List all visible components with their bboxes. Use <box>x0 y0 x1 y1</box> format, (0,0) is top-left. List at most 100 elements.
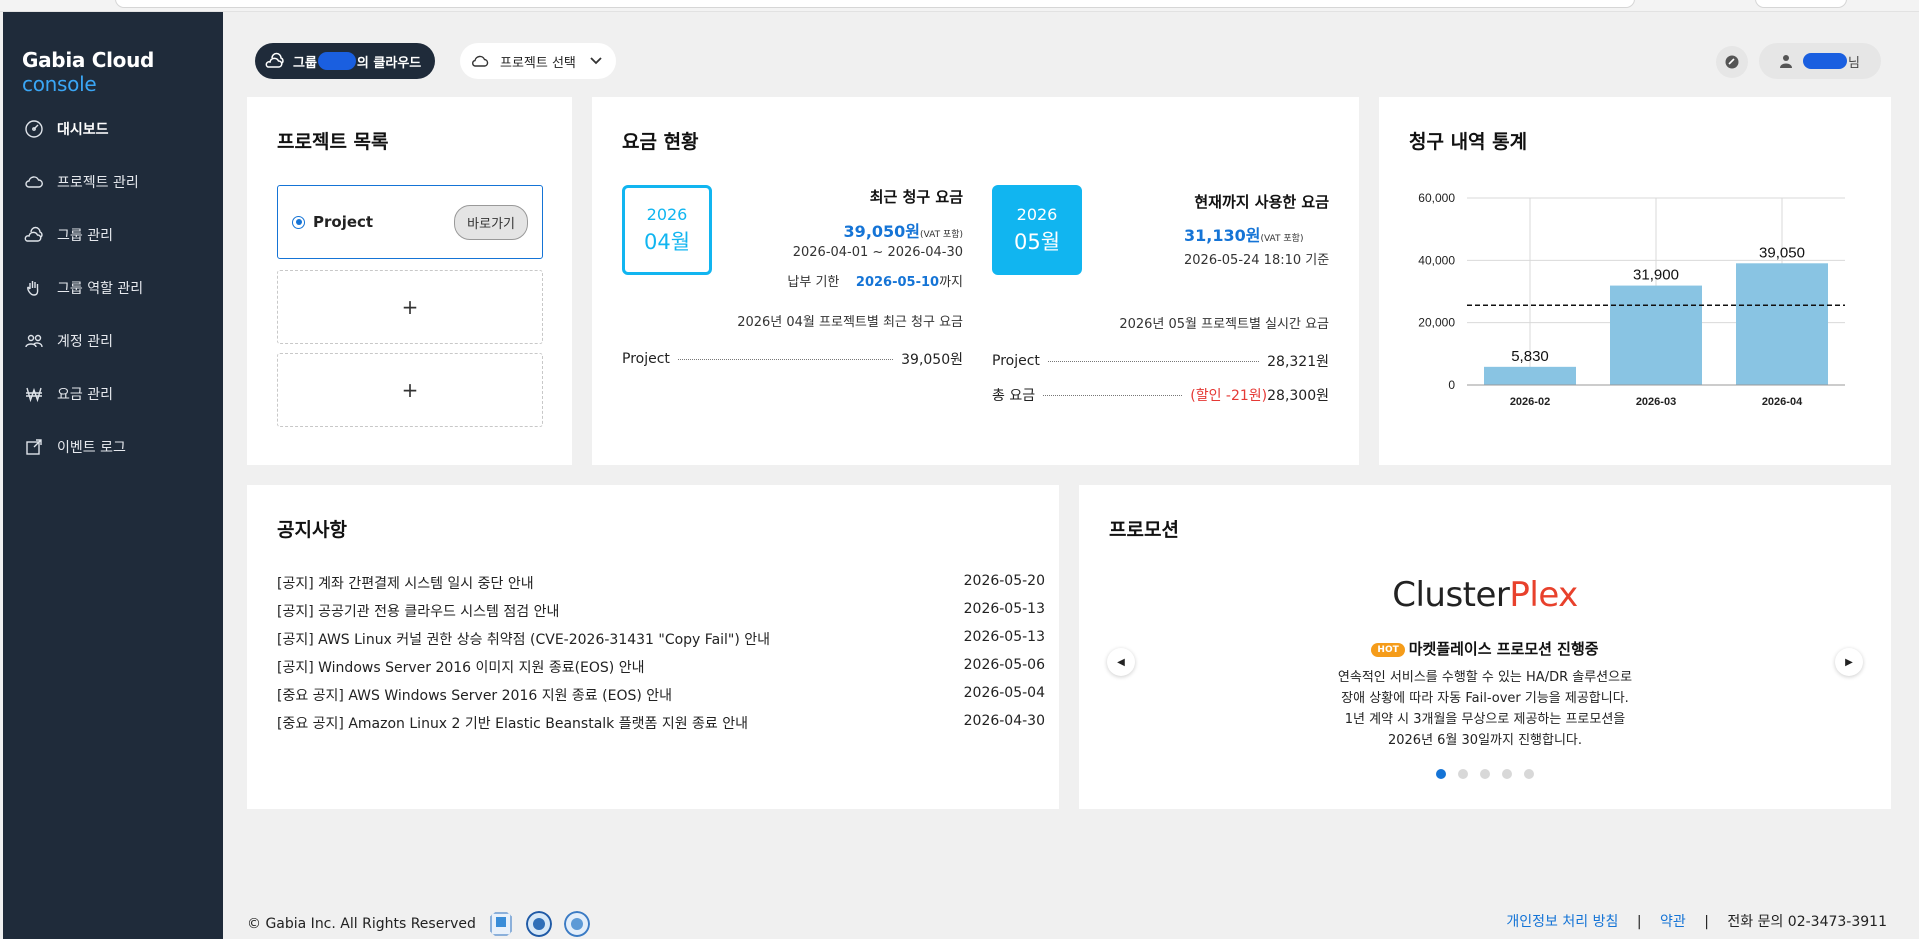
chart-bar <box>1484 366 1576 385</box>
y-tick-label: 20,000 <box>1418 316 1455 330</box>
dashboard-icon <box>23 118 45 140</box>
notices-card: 공지사항 [공지] 계좌 간편결제 시스템 일시 중단 안내 2026-05-20… <box>247 485 1059 809</box>
bar-value-label: 39,050 <box>1759 244 1805 261</box>
x-tick-label: 2026-03 <box>1636 396 1676 408</box>
browser-profile-button[interactable] <box>1755 0 1847 8</box>
cloud-icon <box>23 171 45 193</box>
row-name: Project <box>622 351 670 367</box>
privacy-policy-link[interactable]: 개인정보 처리 방침 <box>1506 914 1618 930</box>
go-to-project-button[interactable]: 바로가기 <box>454 204 528 240</box>
card-title: 요금 현황 <box>622 131 699 153</box>
certification-badge-icon <box>490 912 512 936</box>
chat-button[interactable] <box>1716 46 1748 78</box>
x-tick-label: 2026-02 <box>1510 396 1550 408</box>
row-value: 28,321원 <box>1267 354 1329 370</box>
hand-icon <box>23 277 45 299</box>
sidebar-item-accounts[interactable]: 계정 관리 <box>3 314 223 367</box>
user-menu-button[interactable]: 님 <box>1759 43 1881 79</box>
badge-month: 04월 <box>643 229 691 254</box>
current-project-row: Project 28,321원 <box>992 351 1329 371</box>
promotion-card: 프로모션 ClusterPlex HOT 마켓플레이스 프로모션 진행중 연속적인… <box>1079 485 1891 809</box>
x-tick-label: 2026-04 <box>1762 396 1803 408</box>
hot-badge: HOT <box>1371 642 1405 657</box>
log-icon <box>23 436 45 458</box>
recent-billing-amount: 39,050원 <box>843 222 921 241</box>
badge-month: 05월 <box>1013 229 1061 254</box>
group-suffix: 의 클라우드 <box>356 55 422 71</box>
current-usage-asof: 2026-05-24 18:10 기준 <box>1184 253 1330 268</box>
notice-list: [공지] 계좌 간편결제 시스템 일시 중단 안내 2026-05-20 [공지]… <box>277 573 1045 741</box>
promo-line: 장애 상황에 따라 자동 Fail-over 기능을 제공합니다. <box>1341 691 1629 706</box>
users-icon <box>23 330 45 352</box>
vat-note: (VAT 포함) <box>1260 234 1304 244</box>
next-slide-button[interactable]: ▶ <box>1835 648 1863 676</box>
notice-title[interactable]: [중요 공지] Amazon Linux 2 기반 Elastic Beanst… <box>277 713 748 741</box>
notice-title[interactable]: [공지] 공공기관 전용 클라우드 시스템 점검 안내 <box>277 601 559 629</box>
group-cloud-button[interactable]: 그룹 의 클라우드 <box>255 43 436 79</box>
footer-separator: | <box>1636 914 1642 930</box>
sidebar: Gabia Cloud console 대시보드 프로젝트 관리 그룹 관리 그… <box>3 12 223 939</box>
sidebar-item-group-roles[interactable]: 그룹 역할 관리 <box>3 261 223 314</box>
sidebar-item-billing[interactable]: 요금 관리 <box>3 367 223 420</box>
brand-logo[interactable]: Gabia Cloud console <box>22 48 223 96</box>
group-cloud-icon <box>23 224 45 246</box>
caret-left-icon: ◀ <box>1117 656 1125 668</box>
recent-month-badge: 2026 04월 <box>622 185 712 275</box>
y-tick-label: 0 <box>1448 378 1455 392</box>
notice-title[interactable]: [공지] AWS Linux 커널 권한 상승 취약점 (CVE-2026-31… <box>277 629 770 657</box>
recent-project-row: Project 39,050원 <box>622 349 963 369</box>
sidebar-item-dashboard[interactable]: 대시보드 <box>3 102 223 155</box>
group-cloud-icon <box>265 52 284 68</box>
project-list-card: 프로젝트 목록 Project 바로가기 + + <box>247 97 572 465</box>
notice-item[interactable]: [공지] 공공기관 전용 클라우드 시스템 점검 안내 2026-05-13 <box>277 601 1045 629</box>
slide-dot[interactable] <box>1436 769 1446 779</box>
notice-item[interactable]: [공지] 계좌 간편결제 시스템 일시 중단 안내 2026-05-20 <box>277 573 1045 601</box>
billing-status-card: 요금 현황 2026 04월 최근 청구 요금 39,050원(VAT 포함) … <box>592 97 1359 465</box>
slide-dot[interactable] <box>1502 769 1512 779</box>
sidebar-item-label: 이벤트 로그 <box>57 439 126 456</box>
caret-right-icon: ▶ <box>1845 656 1853 668</box>
add-project-slot[interactable]: + <box>277 270 543 344</box>
due-date-row: 납부 기한 2026-05-10까지 <box>787 271 963 290</box>
notice-title[interactable]: [공지] 계좌 간편결제 시스템 일시 중단 안내 <box>277 573 534 601</box>
bar-value-label: 31,900 <box>1633 267 1679 284</box>
slide-dot[interactable] <box>1480 769 1490 779</box>
card-title: 프로모션 <box>1109 519 1179 541</box>
notice-date: 2026-05-04 <box>963 685 1045 701</box>
chart-bar <box>1736 263 1828 385</box>
notice-title[interactable]: [공지] Windows Server 2016 이미지 지원 종료(EOS) … <box>277 657 644 685</box>
slide-dot[interactable] <box>1458 769 1468 779</box>
radio-selected-icon[interactable] <box>292 215 305 229</box>
prev-slide-button[interactable]: ◀ <box>1107 648 1135 676</box>
project-item[interactable]: Project 바로가기 <box>277 185 543 259</box>
row-name: Project <box>992 353 1040 369</box>
notice-item[interactable]: [공지] AWS Linux 커널 권한 상승 취약점 (CVE-2026-31… <box>277 629 1045 657</box>
clusterplex-logo[interactable]: ClusterPlex <box>1079 575 1891 615</box>
due-date: 2026-05-10 <box>855 275 940 290</box>
address-bar[interactable] <box>115 0 1635 8</box>
project-select-dropdown[interactable]: 프로젝트 선택 <box>460 43 616 79</box>
logo-part-a: Cluster <box>1392 575 1510 615</box>
total-value: 28,300원 <box>1267 388 1329 404</box>
sidebar-item-event-log[interactable]: 이벤트 로그 <box>3 420 223 473</box>
logo-part-b: Plex <box>1509 575 1578 615</box>
chat-icon <box>1725 55 1739 69</box>
cloud-cert-seal-icon <box>563 911 590 937</box>
card-title: 공지사항 <box>277 519 347 541</box>
y-tick-label: 60,000 <box>1418 191 1455 205</box>
sidebar-item-groups[interactable]: 그룹 관리 <box>3 208 223 261</box>
notice-date: 2026-05-13 <box>963 601 1045 617</box>
contact-phone: 전화 문의 02-3473-3911 <box>1727 914 1887 930</box>
notice-item[interactable]: [공지] Windows Server 2016 이미지 지원 종료(EOS) … <box>277 657 1045 685</box>
sidebar-item-label: 요금 관리 <box>57 386 113 403</box>
slide-dot[interactable] <box>1524 769 1534 779</box>
terms-link[interactable]: 약관 <box>1660 914 1686 930</box>
add-project-slot[interactable]: + <box>277 353 543 427</box>
notice-title[interactable]: [중요 공지] AWS Windows Server 2016 지원 종료 (E… <box>277 685 672 713</box>
due-suffix: 까지 <box>939 275 963 290</box>
sidebar-item-projects[interactable]: 프로젝트 관리 <box>3 155 223 208</box>
sidebar-nav: 대시보드 프로젝트 관리 그룹 관리 그룹 역할 관리 계정 관리 요금 관리 … <box>3 102 223 473</box>
notice-item[interactable]: [중요 공지] AWS Windows Server 2016 지원 종료 (E… <box>277 685 1045 713</box>
project-select-label: 프로젝트 선택 <box>500 55 576 71</box>
notice-item[interactable]: [중요 공지] Amazon Linux 2 기반 Elastic Beanst… <box>277 713 1045 741</box>
